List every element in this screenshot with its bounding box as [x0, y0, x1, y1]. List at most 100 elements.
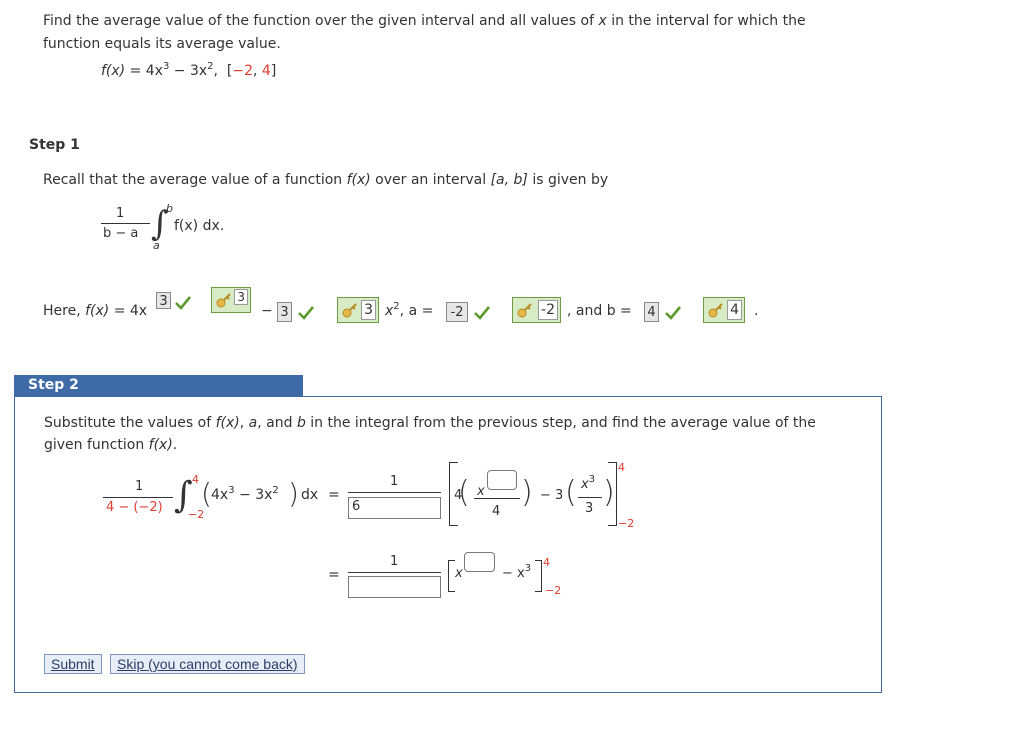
rhs2-numerator: 1 — [390, 554, 399, 569]
key-coef-value: 3 — [361, 300, 376, 320]
function-comma: , — [213, 63, 218, 79]
answer-key-coef[interactable]: 3 — [337, 297, 379, 323]
rhs2-minus-x3: − x3 — [502, 563, 532, 581]
problem-function: f(x) = 4x3 − 3x2, [−2, 4] — [101, 61, 277, 79]
here-period: . — [754, 303, 759, 319]
recall-interval: [a, b] — [490, 172, 528, 188]
rhs2-denominator-input[interactable] — [348, 576, 441, 598]
function-lhs: f(x) — [101, 63, 126, 79]
rhs2-exp: 3 — [524, 563, 532, 574]
sub-line2-a: given function — [44, 437, 149, 453]
lhs-4x: 4x — [211, 487, 229, 503]
sub-a: Substitute the values of — [44, 415, 216, 431]
problem-x-var: x — [598, 13, 607, 29]
lhs-fraction-bar — [103, 497, 173, 498]
lhs-den-value: 4 − (−2) — [106, 500, 163, 515]
a-eq: , a = — [399, 303, 434, 319]
rhs1-coef-4: 4 — [454, 488, 463, 503]
rhs1-bracket-close — [608, 462, 617, 526]
interval-close: ] — [270, 63, 277, 79]
rhs1-fraction-bar — [348, 492, 441, 493]
rhs2-exponent-input[interactable] — [464, 552, 495, 572]
sub-fx: f(x) — [215, 415, 240, 431]
and-b-text: , and b = — [567, 303, 632, 319]
check-icon — [665, 306, 681, 320]
sub-d: in the integral from the previous step, … — [305, 415, 816, 431]
integral-lower-a: a — [153, 239, 160, 252]
here-minus: − — [261, 303, 273, 319]
rhs1-upper-limit: 4 — [618, 461, 625, 474]
key-icon — [342, 303, 357, 318]
submit-button[interactable]: Submit — [44, 654, 102, 674]
recall-b: over an interval — [370, 172, 491, 188]
step1-recall-text: Recall that the average value of a funct… — [43, 172, 608, 188]
interval-sep: , — [253, 63, 262, 79]
equals-sign-2: = — [328, 567, 340, 583]
function-exp2: 2 — [207, 61, 214, 72]
lhs-denominator: 4 − (−2) — [106, 500, 163, 515]
formula-denominator: b − a — [103, 226, 139, 241]
rhs1-x3-exp: 3 — [588, 474, 596, 485]
rhs2-minus-x: − x — [502, 566, 525, 581]
step1-label: Step 1 — [29, 137, 80, 153]
here-text: Here, f(x) = 4x — [43, 303, 147, 319]
answer-key-b[interactable]: 4 — [703, 297, 745, 323]
sub-line2-fx: f(x) — [148, 437, 173, 453]
rhs1-denominator-input[interactable]: 6 — [348, 497, 441, 519]
answer-b-box: 4 — [644, 302, 659, 322]
integral-upper-b: b — [166, 202, 173, 215]
rhs2-x: x — [455, 566, 463, 581]
rhs1-den-4: 4 — [492, 504, 501, 519]
problem-text-1: Find the average value of the function o… — [43, 13, 599, 29]
rhs1-exponent-input[interactable] — [487, 470, 517, 490]
sub-line2-end: . — [172, 437, 178, 453]
lhs-paren-close: ) — [288, 477, 299, 510]
rhs1-x3-var: x — [581, 477, 589, 492]
rhs2-upper-limit: 4 — [543, 556, 550, 569]
rhs2-bracket-open — [448, 560, 455, 592]
rhs1-numerator: 1 — [390, 474, 399, 489]
here-x2: x2, a = — [385, 301, 434, 319]
recall-a: Recall that the average value of a funct… — [43, 172, 347, 188]
problem-statement: Find the average value of the function o… — [43, 10, 863, 56]
lhs-exp2: 2 — [272, 485, 279, 496]
rhs2-lower-limit: −2 — [545, 584, 562, 597]
lhs-minus-3x: − 3x — [234, 487, 273, 503]
answer-a-box: -2 — [446, 302, 468, 322]
equals-sign: = — [328, 487, 340, 503]
skip-button[interactable]: Skip (you cannot come back) — [110, 654, 305, 674]
answer-key-a[interactable]: -2 — [512, 297, 561, 323]
problem-text-2: function equals its average value. — [43, 36, 281, 52]
lhs-dx: dx — [301, 487, 319, 503]
check-icon — [175, 296, 191, 310]
step2-instructions: Substitute the values of f(x), a, and b … — [44, 412, 816, 456]
function-exp3: 3 — [162, 61, 170, 72]
check-icon — [298, 306, 314, 320]
key-exponent-value: 3 — [234, 289, 248, 305]
interval-a: −2 — [232, 63, 254, 79]
rhs1-inner-bar2 — [578, 497, 602, 498]
lhs-exp3: 3 — [228, 485, 235, 496]
rhs1-x3: x3 — [581, 474, 596, 492]
formula-numerator: 1 — [116, 206, 125, 221]
lhs-upper-limit: 4 — [192, 473, 199, 486]
here-a: Here, — [43, 303, 86, 319]
here-fx: f(x) — [85, 303, 110, 319]
formula-integrand: f(x) dx. — [174, 218, 225, 234]
recall-fx: f(x) — [346, 172, 371, 188]
sub-b-var: b — [296, 415, 306, 431]
problem-text-1-end: in the interval for which the — [606, 13, 806, 29]
step2-header: Step 2 — [14, 375, 303, 396]
formula-fraction-bar — [101, 223, 150, 224]
answer-key-exponent[interactable]: 3 — [211, 287, 251, 313]
rhs1-x: x — [477, 484, 485, 499]
rhs2-bracket-close — [535, 560, 542, 592]
sub-c: , and — [257, 415, 297, 431]
x2-exp: 2 — [393, 301, 400, 312]
key-icon — [517, 303, 532, 318]
function-rhs-b: − 3x — [169, 63, 208, 79]
answer-exponent-box: 3 — [156, 292, 171, 309]
recall-c: is given by — [527, 172, 609, 188]
rhs2-fraction-bar — [348, 572, 441, 573]
answer-coef-box: 3 — [277, 302, 292, 322]
